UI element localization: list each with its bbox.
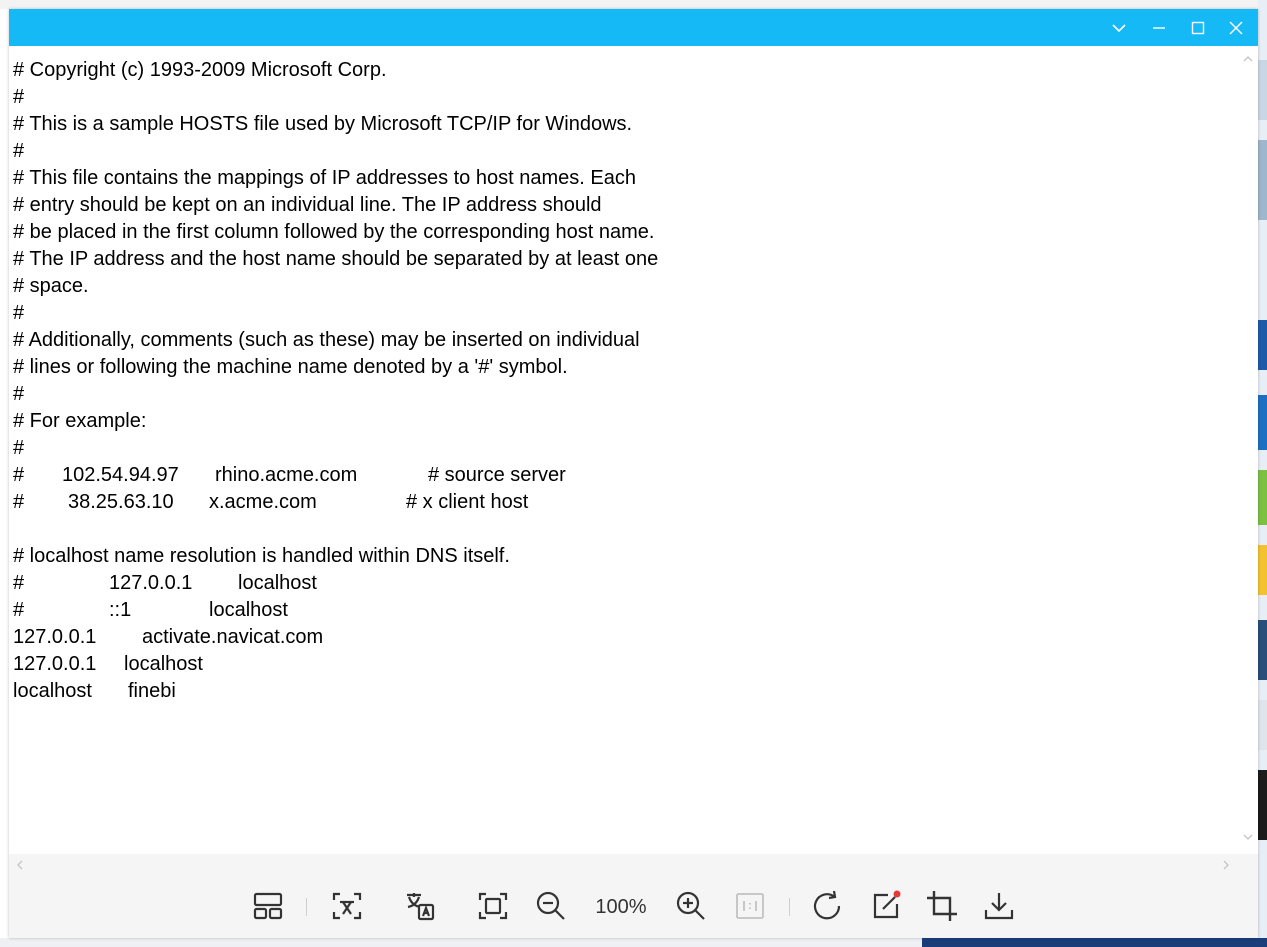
- file-line-segment: finebi: [128, 680, 176, 702]
- scroll-up-icon[interactable]: [1243, 54, 1253, 64]
- file-line-segment: #: [13, 491, 25, 513]
- file-line-segment: #: [13, 464, 25, 486]
- vertical-scrollbar[interactable]: [1238, 46, 1258, 854]
- file-line-segment: rhino.acme.com: [215, 464, 358, 486]
- file-line-segment: # lines or following the machine name de…: [13, 356, 568, 378]
- file-line-segment: # x client host: [406, 491, 529, 513]
- extract-text-icon[interactable]: [329, 888, 365, 924]
- file-line-segment: ::1: [109, 599, 132, 621]
- file-line-segment: #: [13, 383, 25, 405]
- chevron-down-icon[interactable]: [1100, 9, 1138, 46]
- title-bar[interactable]: [9, 9, 1258, 46]
- file-line-segment: # The IP address and the host name shoul…: [13, 248, 659, 270]
- file-line-segment: # entry should be kept on an individual …: [13, 194, 602, 216]
- hosts-file-content[interactable]: # Copyright (c) 1993-2009 Microsoft Corp…: [9, 46, 1238, 854]
- scroll-down-icon[interactable]: [1243, 832, 1253, 842]
- desktop-background-top: [0, 0, 1267, 9]
- desktop-background-bottom: [0, 938, 1267, 947]
- file-line-segment: localhost: [238, 572, 317, 594]
- toolbar-separator: [789, 898, 790, 916]
- file-line-segment: localhost: [209, 599, 288, 621]
- file-viewer-window: # Copyright (c) 1993-2009 Microsoft Corp…: [9, 9, 1258, 938]
- file-line-segment: #: [13, 140, 25, 162]
- zoom-in-icon[interactable]: [673, 888, 709, 924]
- zoom-level-label: 100%: [595, 896, 647, 918]
- maximize-icon[interactable]: [1179, 9, 1217, 46]
- file-line-segment: 38.25.63.10: [68, 491, 174, 513]
- scroll-left-icon[interactable]: [15, 860, 25, 870]
- file-line-segment: #: [13, 599, 25, 621]
- translate-icon[interactable]: [402, 888, 438, 924]
- scroll-right-icon[interactable]: [1221, 860, 1231, 870]
- rotate-icon[interactable]: [810, 888, 846, 924]
- file-line-segment: # be placed in the first column followed…: [13, 221, 655, 243]
- file-line-segment: # This is a sample HOSTS file used by Mi…: [13, 113, 633, 135]
- file-line-segment: 127.0.0.1: [13, 653, 97, 675]
- file-line-segment: #: [13, 86, 25, 108]
- fit-screen-icon[interactable]: [475, 888, 511, 924]
- file-line-segment: #: [13, 572, 25, 594]
- file-line-segment: # Copyright (c) 1993-2009 Microsoft Corp…: [13, 59, 387, 81]
- file-line-segment: x.acme.com: [209, 491, 317, 513]
- actual-size-icon[interactable]: [732, 888, 768, 924]
- file-line-segment: activate.navicat.com: [142, 626, 324, 648]
- file-line-segment: 127.0.0.1: [13, 626, 97, 648]
- file-line-segment: #: [13, 302, 25, 324]
- file-line-segment: # space.: [13, 275, 89, 297]
- minimize-icon[interactable]: [1140, 9, 1178, 46]
- file-line-segment: #: [13, 437, 25, 459]
- desktop-background-right: [1258, 0, 1267, 947]
- download-icon[interactable]: [981, 888, 1017, 924]
- toolbar-separator: [306, 898, 307, 916]
- file-line-segment: # This file contains the mappings of IP …: [13, 167, 636, 189]
- file-line-segment: # For example:: [13, 410, 147, 432]
- file-line-segment: # source server: [428, 464, 566, 486]
- horizontal-scrollbar[interactable]: [9, 854, 1258, 876]
- file-line-segment: # localhost name resolution is handled w…: [13, 545, 510, 567]
- crop-icon[interactable]: [924, 888, 960, 924]
- thumbnail-layout-icon[interactable]: [250, 888, 286, 924]
- file-line-segment: localhost: [124, 653, 203, 675]
- file-line-segment: # Additionally, comments (such as these)…: [13, 329, 640, 351]
- file-line-segment: 102.54.94.97: [62, 464, 179, 486]
- close-icon[interactable]: [1217, 9, 1255, 46]
- viewer-toolbar: 100%: [9, 876, 1258, 938]
- file-line-segment: localhost: [13, 680, 92, 702]
- edit-icon[interactable]: [868, 888, 904, 924]
- zoom-out-icon[interactable]: [533, 888, 569, 924]
- file-line-segment: 127.0.0.1: [109, 572, 193, 594]
